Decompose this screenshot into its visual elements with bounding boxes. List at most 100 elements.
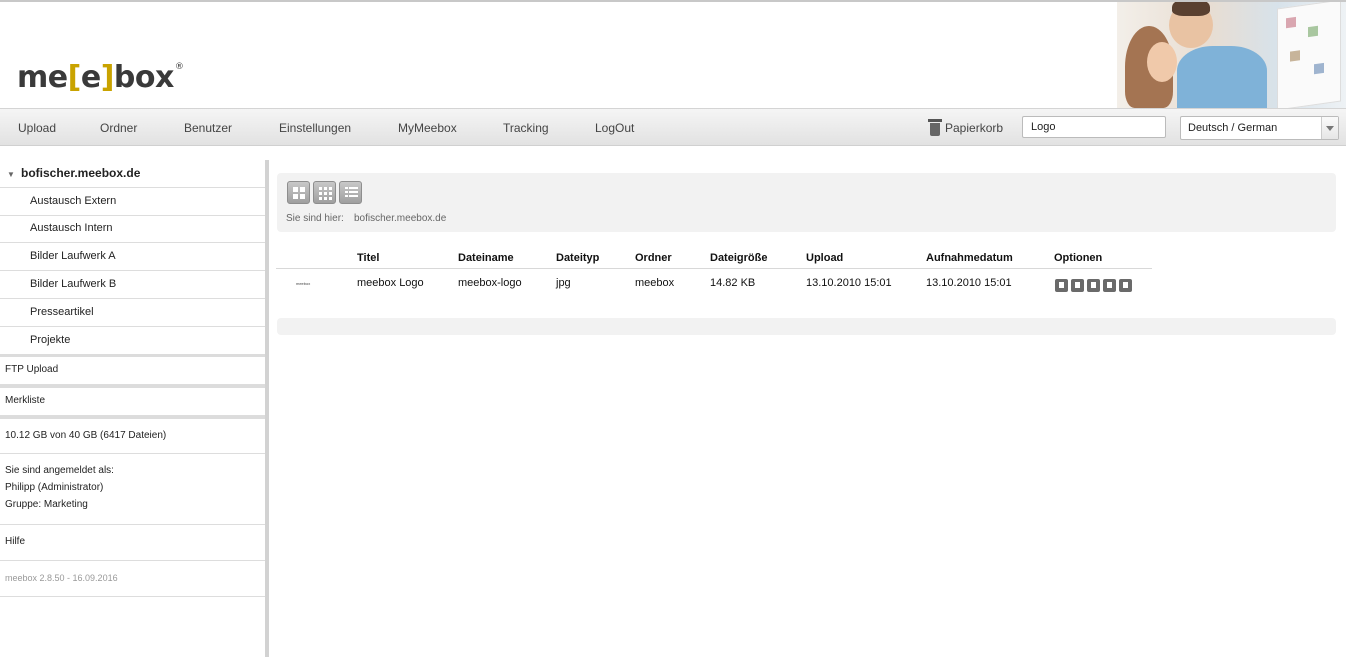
logo-text-box: box: [113, 60, 174, 95]
grid-cell: [300, 187, 305, 192]
grid-cell: [329, 197, 332, 200]
footer-panel: [277, 318, 1336, 335]
view-list-button[interactable]: [339, 181, 362, 204]
grid-cell: [293, 187, 298, 192]
column-header-upload[interactable]: Upload: [806, 252, 843, 264]
hero-person-woman-face: [1147, 42, 1177, 82]
grid-cell: [293, 194, 298, 199]
meebox-logo[interactable]: me[e]box®: [17, 60, 184, 95]
cell-titel[interactable]: meebox Logo: [357, 277, 424, 289]
list-bullet: [345, 191, 348, 193]
cell-aufnahmedatum: 13.10.2010 15:01: [926, 277, 1012, 289]
sidebar-root-folder[interactable]: ▼ bofischer.meebox.de: [0, 160, 265, 188]
main-navbar: Upload Ordner Benutzer Einstellungen MyM…: [0, 108, 1346, 146]
list-bullet: [345, 187, 348, 189]
sidebar-quota: 10.12 GB von 40 GB (6417 Dateien): [0, 419, 265, 454]
toolbar-panel: Sie sind hier: bofischer.meebox.de: [277, 173, 1336, 232]
list-line: [349, 187, 358, 189]
nav-benutzer[interactable]: Benutzer: [184, 121, 232, 135]
sidebar-ftp-upload-label: FTP Upload: [5, 364, 59, 375]
sidebar: ▼ bofischer.meebox.de Austausch Extern A…: [0, 160, 265, 657]
nav-mymeebox[interactable]: MyMeebox: [398, 121, 457, 135]
logo-registered-mark: ®: [174, 62, 184, 72]
nav-logout[interactable]: LogOut: [595, 121, 634, 135]
breadcrumb-path[interactable]: bofischer.meebox.de: [354, 213, 446, 224]
chevron-down-icon[interactable]: [1321, 117, 1338, 139]
table-header-divider: [276, 268, 1152, 269]
nav-upload[interactable]: Upload: [18, 121, 56, 135]
hero-tile: [1308, 25, 1318, 38]
sidebar-user-info: Sie sind angemeldet als: Philipp (Admini…: [0, 454, 265, 525]
sidebar-merkliste[interactable]: Merkliste: [0, 388, 265, 416]
language-select-value: Deutsch / German: [1188, 122, 1278, 134]
cell-dateityp: jpg: [556, 277, 571, 289]
check-icon[interactable]: [1087, 279, 1100, 292]
file-thumbnail[interactable]: meebox: [296, 281, 316, 286]
sidebar-folder-label: Bilder Laufwerk A: [30, 250, 116, 262]
sidebar-folder-austausch-intern[interactable]: Austausch Intern: [0, 215, 265, 243]
trash-icon[interactable]: [928, 119, 942, 137]
hero-screen: [1277, 2, 1341, 108]
grid-cell: [319, 197, 322, 200]
hero-person-man-shirt: [1177, 46, 1267, 108]
sidebar-folder-bilder-laufwerk-a[interactable]: Bilder Laufwerk A: [0, 243, 265, 271]
grid-cell: [319, 192, 322, 195]
logo-text-me: me: [17, 60, 68, 95]
column-header-dateigroesse[interactable]: Dateigröße: [710, 252, 767, 264]
grid-cell: [324, 197, 327, 200]
sidebar-logged-in-label: Sie sind angemeldet als:: [5, 465, 114, 476]
sidebar-divider[interactable]: [265, 160, 269, 657]
view-small-grid-button[interactable]: [313, 181, 336, 204]
breadcrumb-label: Sie sind hier:: [286, 213, 344, 224]
sidebar-version-text: meebox 2.8.50 - 16.09.2016: [5, 573, 118, 583]
download-icon[interactable]: [1055, 279, 1068, 292]
header-hero-image: [1117, 2, 1346, 108]
sidebar-ftp-upload[interactable]: FTP Upload: [0, 357, 265, 385]
list-line: [349, 195, 358, 197]
sidebar-root-label: bofischer.meebox.de: [21, 166, 141, 180]
grid-cell: [324, 192, 327, 195]
cell-ordner: meebox: [635, 277, 675, 289]
sidebar-help[interactable]: Hilfe: [0, 525, 265, 561]
caret-down-icon[interactable]: ▼: [7, 170, 15, 179]
delete-icon[interactable]: [1119, 279, 1132, 292]
hero-person-man-hair: [1172, 2, 1210, 16]
search-input[interactable]: [1022, 116, 1166, 138]
sidebar-user-name: Philipp (Administrator): [5, 482, 104, 493]
view-large-grid-button[interactable]: [287, 181, 310, 204]
lock-icon[interactable]: [1103, 279, 1116, 292]
list-bullet: [345, 195, 348, 197]
sidebar-folder-bilder-laufwerk-b[interactable]: Bilder Laufwerk B: [0, 271, 265, 299]
hero-tile: [1290, 50, 1300, 62]
grid-cell: [324, 187, 327, 190]
nav-tracking[interactable]: Tracking: [503, 121, 549, 135]
edit-icon[interactable]: [1071, 279, 1084, 292]
column-header-aufnahmedatum[interactable]: Aufnahmedatum: [926, 252, 1013, 264]
sidebar-version: meebox 2.8.50 - 16.09.2016: [0, 561, 265, 597]
sidebar-folder-label: Austausch Extern: [30, 195, 117, 207]
column-header-ordner[interactable]: Ordner: [635, 252, 672, 264]
sidebar-quota-text: 10.12 GB von 40 GB (6417 Dateien): [5, 430, 167, 441]
trash-lid: [928, 119, 942, 122]
column-header-dateityp[interactable]: Dateityp: [556, 252, 599, 264]
sidebar-folder-austausch-extern[interactable]: Austausch Extern: [0, 188, 265, 216]
column-header-titel[interactable]: Titel: [357, 252, 379, 264]
grid-cell: [319, 187, 322, 190]
column-header-dateiname[interactable]: Dateiname: [458, 252, 514, 264]
sidebar-folder-label: Presseartikel: [30, 306, 94, 318]
nav-papierkorb[interactable]: Papierkorb: [945, 121, 1003, 135]
grid-cell: [329, 187, 332, 190]
cell-dateiname: meebox-logo: [458, 277, 522, 289]
column-header-optionen: Optionen: [1054, 252, 1103, 264]
sidebar-folder-presseartikel[interactable]: Presseartikel: [0, 299, 265, 327]
hero-tile: [1314, 62, 1324, 75]
logo-bracket-open: [: [67, 60, 82, 95]
nav-einstellungen[interactable]: Einstellungen: [279, 121, 351, 135]
cell-dateigroesse: 14.82 KB: [710, 277, 756, 289]
sidebar-folder-projekte[interactable]: Projekte: [0, 327, 265, 355]
cell-upload: 13.10.2010 15:01: [806, 277, 892, 289]
sidebar-folder-label: Projekte: [30, 334, 71, 346]
trash-can: [930, 123, 940, 136]
nav-ordner[interactable]: Ordner: [100, 121, 137, 135]
language-select[interactable]: Deutsch / German: [1180, 116, 1339, 140]
